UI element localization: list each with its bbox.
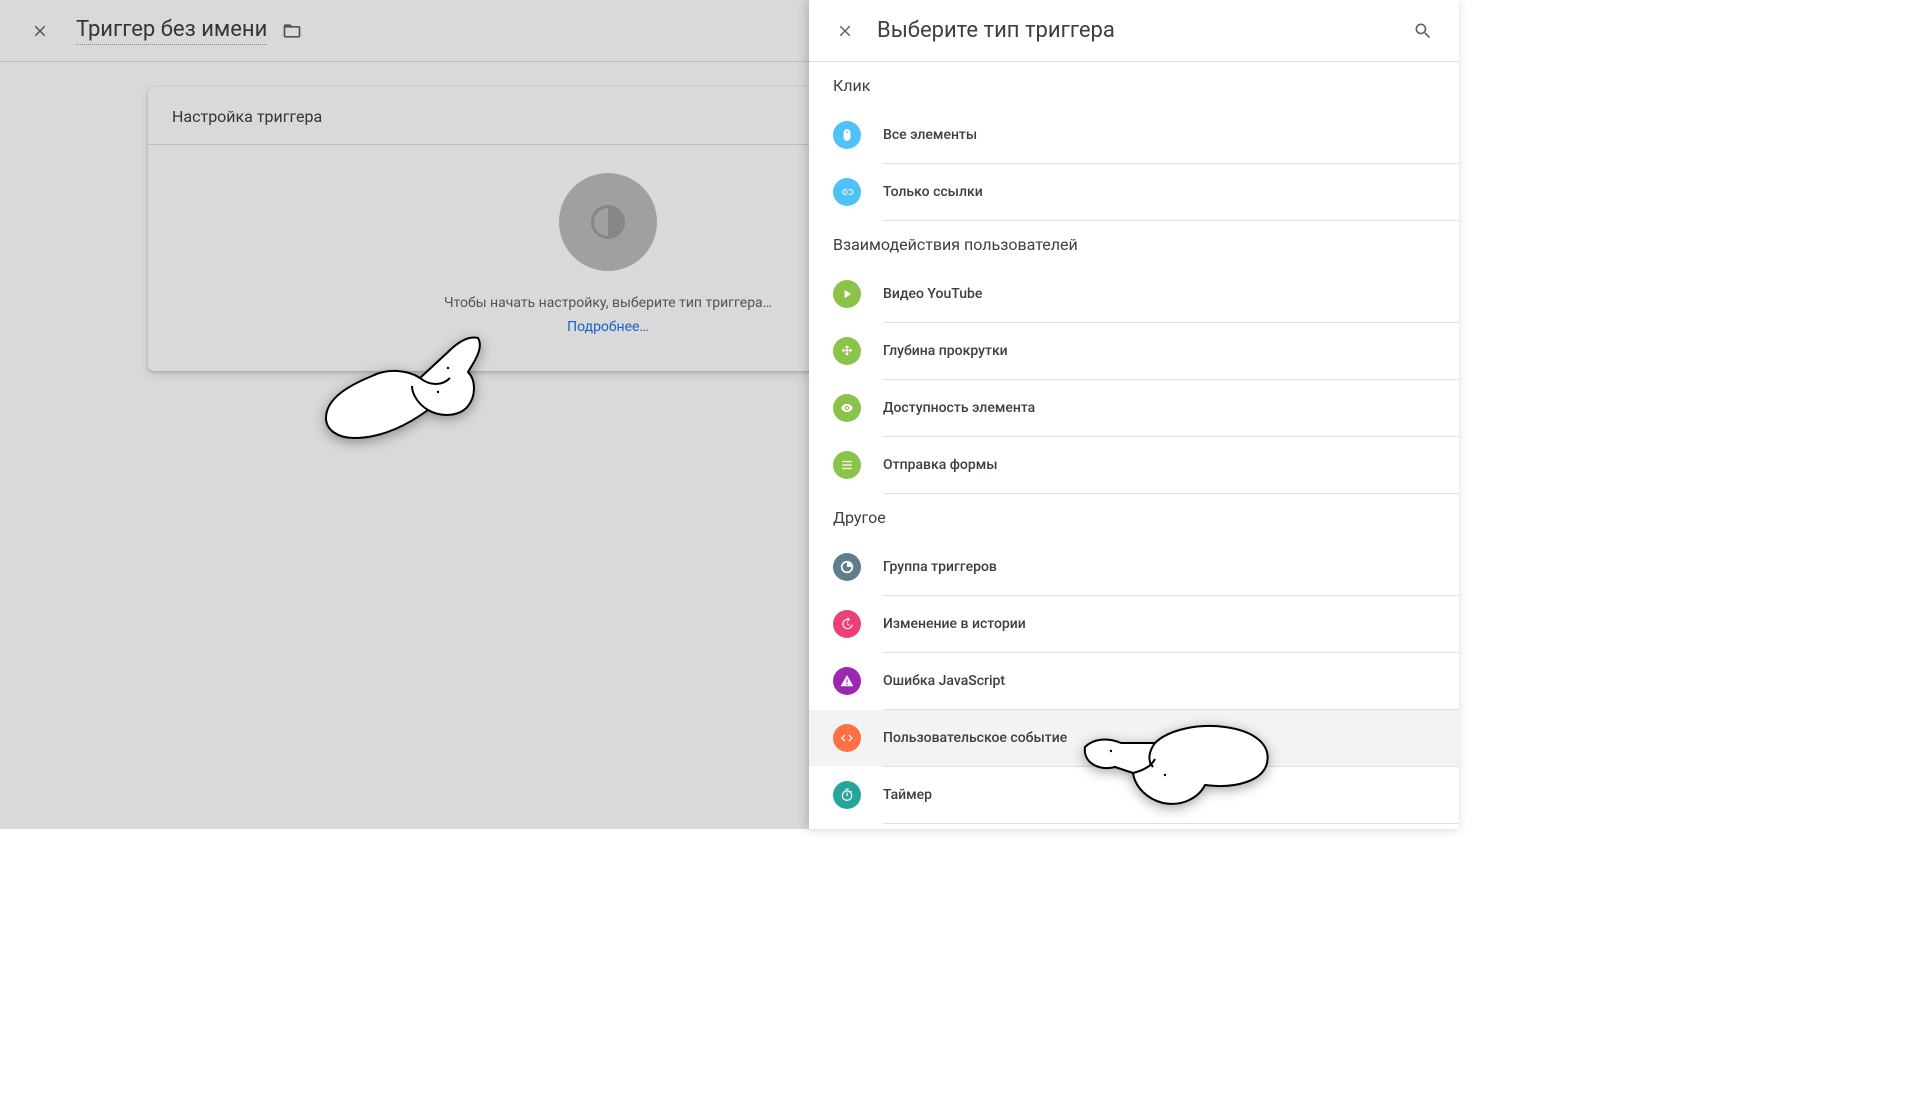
search-button[interactable] xyxy=(1411,19,1435,43)
close-icon xyxy=(836,22,854,40)
trigger-type-item[interactable]: Пользовательское событие xyxy=(809,710,1459,766)
trigger-type-item[interactable]: Изменение в истории xyxy=(809,596,1459,652)
timer-icon xyxy=(833,781,861,809)
trigger-type-label: Все элементы xyxy=(883,127,977,143)
code-icon xyxy=(833,724,861,752)
play-icon xyxy=(833,280,861,308)
trigger-type-label: Пользовательское событие xyxy=(883,730,1067,746)
trigger-type-label: Доступность элемента xyxy=(883,400,1035,416)
history-icon xyxy=(833,610,861,638)
trigger-type-item[interactable]: Все элементы xyxy=(809,107,1459,163)
warning-icon xyxy=(833,667,861,695)
divider xyxy=(883,823,1459,824)
trigger-type-label: Только ссылки xyxy=(883,184,983,200)
trigger-type-item[interactable]: Только ссылки xyxy=(809,164,1459,220)
trigger-type-item[interactable]: Ошибка JavaScript xyxy=(809,653,1459,709)
panel-title: Выберите тип триггера xyxy=(877,18,1411,43)
group-title: Взаимодействия пользователей xyxy=(809,221,1459,266)
group-title: Клик xyxy=(809,62,1459,107)
list-icon xyxy=(833,451,861,479)
trigger-type-item[interactable]: Группа триггеров xyxy=(809,539,1459,595)
panel-body[interactable]: Клик Все элементы Только ссылки Взаимодейст… xyxy=(809,62,1459,829)
group-title: Другое xyxy=(809,494,1459,539)
trigger-type-item[interactable]: Видео YouTube xyxy=(809,266,1459,322)
trigger-type-label: Группа триггеров xyxy=(883,559,997,575)
trigger-type-label: Глубина прокрутки xyxy=(883,343,1008,359)
trigger-type-item[interactable]: Доступность элемента xyxy=(809,380,1459,436)
trigger-type-label: Отправка формы xyxy=(883,457,998,473)
swirl-icon xyxy=(833,553,861,581)
link-icon xyxy=(833,178,861,206)
trigger-type-label: Ошибка JavaScript xyxy=(883,673,1005,689)
eye-icon xyxy=(833,394,861,422)
trigger-type-item[interactable]: Отправка формы xyxy=(809,437,1459,493)
close-panel-button[interactable] xyxy=(833,19,857,43)
panel-header: Выберите тип триггера xyxy=(809,0,1459,62)
trigger-type-label: Изменение в истории xyxy=(883,616,1026,632)
trigger-type-label: Таймер xyxy=(883,787,932,803)
mouse-icon xyxy=(833,121,861,149)
trigger-type-item[interactable]: Глубина прокрутки xyxy=(809,323,1459,379)
move-icon xyxy=(833,337,861,365)
trigger-type-item[interactable]: Таймер xyxy=(809,767,1459,823)
trigger-type-label: Видео YouTube xyxy=(883,286,982,302)
search-icon xyxy=(1413,21,1433,41)
trigger-type-panel: Выберите тип триггера Клик Все элементы То… xyxy=(809,0,1459,829)
